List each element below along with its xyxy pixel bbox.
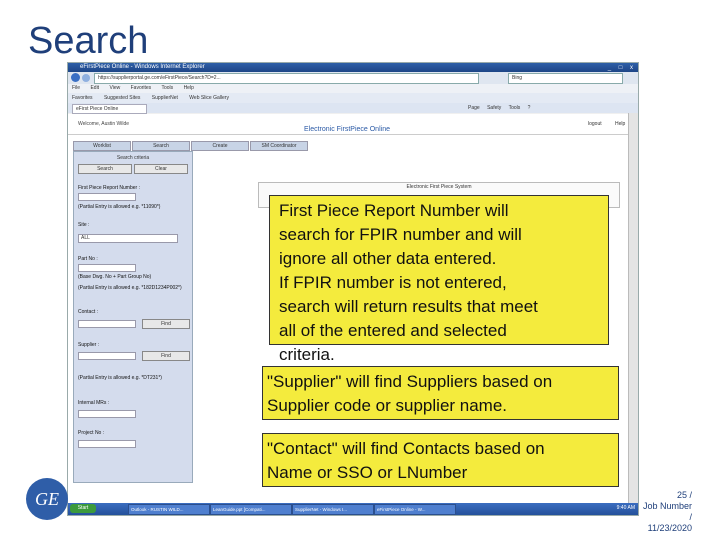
callout-contact-line: Name or SSO or LNumber bbox=[267, 463, 468, 482]
contact-label: Contact : bbox=[78, 309, 99, 315]
fav-web-slice[interactable]: Web Slice Gallery bbox=[189, 95, 229, 101]
favorites-button[interactable]: Favorites bbox=[72, 95, 93, 101]
page-menu[interactable]: Page bbox=[468, 105, 480, 111]
app-title: Electronic FirstPiece Online bbox=[304, 126, 390, 133]
fpir-hint: (Partial Entry is allowed e.g. *11090*) bbox=[78, 204, 161, 210]
taskbar-item-leanguide[interactable]: LeanGuide.ppt [Compati... bbox=[210, 504, 292, 515]
callout-fpir-line: If FPIR number is not entered, bbox=[279, 273, 507, 292]
supplier-hint: (Partial Entry is allowed e.g. *DT231*) bbox=[78, 375, 162, 381]
slide-footer: 25 / Job Number / 11/23/2020 bbox=[640, 490, 692, 534]
back-icon[interactable] bbox=[71, 73, 80, 82]
command-bar: Page Safety Tools ? bbox=[468, 103, 536, 113]
help-link[interactable]: Help bbox=[615, 121, 625, 127]
fav-suggested-sites[interactable]: Suggested Sites bbox=[104, 95, 140, 101]
part-input[interactable] bbox=[78, 264, 136, 272]
menu-favorites[interactable]: Favorites bbox=[131, 85, 152, 91]
callout-supplier-line: "Supplier" will find Suppliers based on bbox=[267, 372, 553, 391]
search-criteria-panel: Search criteria Search Clear First Piece… bbox=[73, 151, 193, 483]
address-bar: https://supplierportal.ge.com/eFirstPiec… bbox=[68, 72, 638, 84]
contact-find-button[interactable]: Find bbox=[142, 319, 190, 329]
menu-edit[interactable]: Edit bbox=[90, 85, 99, 91]
clear-button[interactable]: Clear bbox=[134, 164, 188, 174]
supplier-find-button[interactable]: Find bbox=[142, 351, 190, 361]
tab-search[interactable]: Search bbox=[132, 141, 190, 151]
taskbar-item-efirstpiece[interactable]: eFirstPiece Online - W... bbox=[374, 504, 456, 515]
search-button[interactable]: Search bbox=[78, 164, 132, 174]
taskbar-item-outlook[interactable]: Outlook - RUSTIN WILD... bbox=[128, 504, 210, 515]
footer-date: 11/23/2020 bbox=[647, 523, 692, 533]
callout-fpir-line: ignore all other data entered. bbox=[279, 249, 497, 268]
project-label: Project No : bbox=[78, 430, 105, 436]
start-button[interactable]: Start bbox=[70, 504, 96, 513]
callout-fpir-line: First Piece Report Number will bbox=[279, 201, 509, 220]
contact-input[interactable] bbox=[78, 320, 136, 328]
menu-help[interactable]: Help bbox=[184, 85, 194, 91]
browser-tab[interactable]: eFirst Piece Online bbox=[72, 104, 147, 114]
site-label: Site : bbox=[78, 222, 90, 228]
help-menu[interactable]: ? bbox=[528, 105, 531, 111]
supplier-label: Supplier : bbox=[78, 342, 100, 348]
tools-menu[interactable]: Tools bbox=[509, 105, 521, 111]
site-select[interactable]: ALL bbox=[78, 234, 178, 243]
windows-taskbar: Start Outlook - RUSTIN WILD... LeanGuide… bbox=[68, 503, 638, 515]
logout-link[interactable]: logout bbox=[588, 121, 602, 127]
internal-mrs-input[interactable] bbox=[78, 410, 136, 418]
tab-bar: eFirst Piece Online Page Safety Tools ? bbox=[68, 103, 638, 114]
favorites-bar: Favorites Suggested Sites SupplierNet We… bbox=[68, 93, 638, 103]
tab-sm-coordinator[interactable]: SM Coordinator bbox=[250, 141, 308, 151]
fpir-label: First Piece Report Number : bbox=[78, 185, 140, 191]
callout-contact-line: "Contact" will find Contacts based on bbox=[267, 439, 545, 458]
slide-title: Search bbox=[28, 20, 149, 62]
search-criteria-heading: Search criteria bbox=[116, 155, 150, 161]
forward-icon[interactable] bbox=[82, 74, 90, 82]
window-title: eFirstPiece Online - Windows Internet Ex… bbox=[80, 64, 205, 70]
app-nav-tabs: Worklist Search Create SM Coordinator bbox=[73, 141, 309, 151]
safety-menu[interactable]: Safety bbox=[487, 105, 501, 111]
fpir-input[interactable] bbox=[78, 193, 136, 201]
tab-worklist[interactable]: Worklist bbox=[73, 141, 131, 151]
fav-suppliernet[interactable]: SupplierNet bbox=[152, 95, 178, 101]
part-hint-1: (Base Dwg. No + Part Group No) bbox=[78, 274, 152, 280]
taskbar-item-suppliernet[interactable]: SupplierNet - Windows I... bbox=[292, 504, 374, 515]
url-field[interactable]: https://supplierportal.ge.com/eFirstPiec… bbox=[94, 73, 479, 84]
welcome-text: Welcome, Austin Wilde bbox=[78, 121, 130, 127]
menu-view[interactable]: View bbox=[109, 85, 120, 91]
tab-create[interactable]: Create bbox=[191, 141, 249, 151]
callout-fpir-line: criteria. bbox=[279, 345, 335, 364]
internal-mrs-label: Internal MRs : bbox=[78, 400, 110, 406]
part-hint-2: (Partial Entry is allowed e.g. *182D1234… bbox=[78, 285, 182, 291]
menu-file[interactable]: File bbox=[72, 85, 80, 91]
vertical-scrollbar[interactable] bbox=[628, 113, 638, 503]
callout-fpir-line: search will return results that meet bbox=[279, 297, 538, 316]
job-number: Job Number / bbox=[642, 501, 692, 522]
callout-fpir-line: search for FPIR number and will bbox=[279, 225, 522, 244]
ge-logo: GE bbox=[26, 478, 68, 520]
browser-titlebar: eFirstPiece Online - Windows Internet Ex… bbox=[68, 63, 638, 72]
page-number: 25 / bbox=[676, 490, 692, 500]
part-label: Part No : bbox=[78, 256, 98, 262]
callout-fpir-line: all of the entered and selected bbox=[279, 321, 507, 340]
callout-contact: "Contact" will find Contacts based on Na… bbox=[262, 433, 619, 487]
callout-supplier-line: Supplier code or supplier name. bbox=[267, 396, 508, 415]
menu-bar: File Edit View Favorites Tools Help bbox=[68, 84, 638, 93]
project-input[interactable] bbox=[78, 440, 136, 448]
supplier-input[interactable] bbox=[78, 352, 136, 360]
menu-tools[interactable]: Tools bbox=[161, 85, 173, 91]
bing-search-input[interactable]: Bing bbox=[508, 73, 623, 84]
app-header: Welcome, Austin Wilde Electronic FirstPi… bbox=[68, 114, 638, 135]
results-header: Electronic First Piece System bbox=[406, 184, 472, 190]
callout-supplier: "Supplier" will find Suppliers based on … bbox=[262, 366, 619, 420]
callout-fpir: First Piece Report Number will search fo… bbox=[269, 195, 609, 364]
taskbar-clock: 9:40 AM bbox=[616, 505, 635, 511]
